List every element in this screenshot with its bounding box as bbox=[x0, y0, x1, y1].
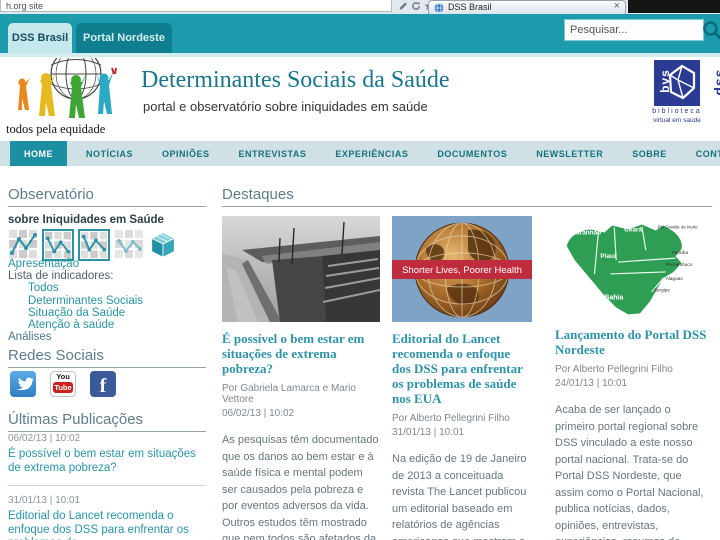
globe-banner-text: Shorter Lives, Poorer Health bbox=[402, 265, 522, 276]
article-date: 06/02/13 | 10:02 bbox=[222, 408, 295, 419]
pencil-icon[interactable] bbox=[398, 1, 408, 11]
link-determinantes-sociais[interactable]: Determinantes Sociais bbox=[28, 295, 208, 307]
publications-list: 06/02/13 | 10:02 É possível o bem estar … bbox=[8, 433, 206, 540]
article-title-link[interactable]: Editorial do Lancet recomenda o enfoque … bbox=[392, 331, 532, 406]
article-title-link[interactable]: É possível o bem estar em situações de e… bbox=[222, 331, 380, 376]
facebook-icon[interactable]: f bbox=[90, 371, 116, 397]
youtube-you-text: You bbox=[56, 372, 70, 381]
article-body: As pesquisas têm documentado que os dano… bbox=[222, 434, 379, 540]
map-label: Bahia bbox=[604, 295, 623, 302]
map-label: Rio Grande do Norte bbox=[658, 224, 699, 229]
main-nav: HOME NOTÍCIAS OPINIÕES ENTREVISTAS EXPER… bbox=[0, 141, 720, 166]
social-icons-row: You Tube f bbox=[10, 371, 116, 397]
figure-orange bbox=[16, 78, 30, 110]
nav-item-sobre[interactable]: SOBRE bbox=[622, 141, 677, 166]
globe-favicon bbox=[434, 3, 444, 13]
observatory-heading: Observatório bbox=[8, 186, 206, 207]
article-byline: Por Alberto Pellegrini Filho bbox=[555, 364, 673, 375]
refresh-icon[interactable] bbox=[411, 1, 421, 11]
map-label: Ceará bbox=[624, 226, 642, 233]
site-subtitle: portal e observatório sobre iniquidades … bbox=[143, 99, 428, 114]
twitter-icon[interactable] bbox=[10, 371, 36, 397]
article-byline: Por Alberto Pellegrini Filho bbox=[392, 413, 510, 424]
line-chart-icon[interactable] bbox=[8, 229, 38, 259]
dss-brasil-page: h.org site DSS Brasil × DSS Brasil Porta… bbox=[0, 0, 720, 540]
link-todos[interactable]: Todos bbox=[28, 282, 208, 294]
nav-item-experiencias[interactable]: EXPERIÊNCIAS bbox=[325, 141, 418, 166]
social-heading: Redes Sociais bbox=[8, 347, 206, 368]
article-column: Maranhão Ceará Rio Grande do Norte Piauí… bbox=[555, 216, 713, 540]
framed-chart-icon[interactable] bbox=[78, 229, 110, 261]
nav-item-noticias[interactable]: NOTÍCIAS bbox=[76, 141, 143, 166]
link-atencao-a-saude[interactable]: Atenção à saúde bbox=[28, 319, 208, 331]
map-label: Maranhão bbox=[571, 229, 601, 236]
nav-item-opinioes[interactable]: OPINIÕES bbox=[152, 141, 220, 166]
publication-title-link[interactable]: É possível o bem estar em situações de e… bbox=[8, 448, 206, 475]
map-label: Piauí bbox=[600, 253, 616, 260]
publication-date: 31/01/13 | 10:01 bbox=[8, 495, 81, 506]
address-bar[interactable]: h.org site bbox=[0, 0, 392, 12]
link-apresentacao[interactable]: Apresentação bbox=[8, 258, 208, 270]
nav-item-home[interactable]: HOME bbox=[10, 141, 67, 166]
publication-date: 06/02/13 | 10:02 bbox=[8, 433, 81, 444]
figure-green bbox=[66, 72, 87, 118]
nav-item-newsletter[interactable]: NEWSLETTER bbox=[526, 141, 613, 166]
link-analises[interactable]: Análises bbox=[8, 331, 208, 343]
browser-tab[interactable]: DSS Brasil × bbox=[428, 0, 626, 14]
bvs-caption-line1: biblioteca bbox=[652, 108, 702, 115]
site-title: Determinantes Sociais da Saúde bbox=[141, 67, 450, 93]
map-label: Paraíba bbox=[672, 250, 689, 256]
observatory-menu: Apresentação Lista de indicadores: Todos… bbox=[8, 258, 208, 343]
nav-item-documentos[interactable]: DOCUMENTOS bbox=[427, 141, 517, 166]
publication-separator bbox=[8, 485, 206, 486]
browser-chrome: h.org site DSS Brasil × bbox=[0, 0, 720, 15]
search-input[interactable] bbox=[564, 19, 704, 41]
data-cube-icon[interactable] bbox=[148, 229, 178, 259]
article-column: Shorter Lives, Poorer Health Editorial d… bbox=[392, 216, 532, 540]
nordeste-map[interactable]: Maranhão Ceará Rio Grande do Norte Piauí… bbox=[555, 216, 713, 318]
bvs-logo-bvs-text: bvs bbox=[658, 69, 672, 93]
indicator-icons-row bbox=[8, 229, 178, 261]
publication-title-link[interactable]: Editorial do Lancet recomenda o enfoque … bbox=[8, 510, 206, 540]
bvs-logo-dss-text: dss bbox=[711, 68, 720, 96]
nav-item-contato[interactable]: CONTATO bbox=[686, 141, 720, 166]
figure-yellow bbox=[36, 70, 57, 116]
map-label: Pernambuco bbox=[666, 262, 693, 268]
bvs-logo-square: bvs bbox=[654, 60, 700, 106]
youtube-icon[interactable]: You Tube bbox=[50, 371, 76, 397]
browser-tab-title: DSS Brasil bbox=[448, 2, 492, 12]
magnifier-icon[interactable] bbox=[702, 20, 720, 40]
globe-banner-image[interactable]: Shorter Lives, Poorer Health bbox=[392, 216, 532, 322]
nav-item-entrevistas[interactable]: ENTREVISTAS bbox=[229, 141, 317, 166]
lista-indicadores-label: Lista de indicadores: bbox=[8, 270, 114, 283]
observatory-subheading: sobre Iniquidades em Saúde bbox=[8, 214, 164, 226]
header-divider-strip bbox=[0, 53, 720, 57]
article-body: Acaba de ser lançado o primeiro portal r… bbox=[555, 404, 704, 540]
faded-chart-icon[interactable] bbox=[114, 229, 144, 259]
close-icon[interactable]: × bbox=[614, 0, 620, 13]
publication-item: 06/02/13 | 10:02 É possível o bem estar … bbox=[8, 433, 206, 475]
site-tab-dss-brasil[interactable]: DSS Brasil bbox=[8, 23, 72, 53]
map-label: Alagoas bbox=[666, 276, 684, 282]
destaques-heading: Destaques bbox=[222, 186, 712, 207]
logo-caption: todos pela equidade bbox=[6, 122, 106, 136]
favela-photo[interactable] bbox=[222, 216, 380, 322]
bvs-caption-line2: virtual em saúde bbox=[653, 117, 701, 124]
publication-item: 31/01/13 | 10:01 Editorial do Lancet rec… bbox=[8, 495, 206, 540]
article-byline: Por Gabriela Lamarca e Mario Vettore bbox=[222, 383, 356, 405]
youtube-tube-text: Tube bbox=[53, 382, 73, 393]
article-title-link[interactable]: Lançamento do Portal DSS Nordeste bbox=[555, 327, 713, 357]
bvs-dss-logo[interactable]: bvs dss biblioteca virtual em saúde bbox=[644, 60, 720, 136]
site-tab-portal-nordeste[interactable]: Portal Nordeste bbox=[76, 23, 172, 53]
framed-chart-icon[interactable] bbox=[42, 229, 74, 261]
map-label: Sergipe bbox=[654, 288, 671, 294]
article-date: 31/01/13 | 10:01 bbox=[392, 427, 465, 438]
browser-chrome-dark-area bbox=[628, 0, 720, 13]
figure-cyan bbox=[95, 67, 117, 114]
article-column: É possível o bem estar em situações de e… bbox=[222, 216, 380, 540]
publications-heading: Últimas Publicações bbox=[8, 411, 206, 432]
article-body: Na edição de 19 de Janeiro de 2013 a con… bbox=[392, 453, 527, 540]
article-date: 24/01/13 | 10:01 bbox=[555, 378, 628, 389]
link-situacao-da-saude[interactable]: Situação da Saúde bbox=[28, 307, 208, 319]
